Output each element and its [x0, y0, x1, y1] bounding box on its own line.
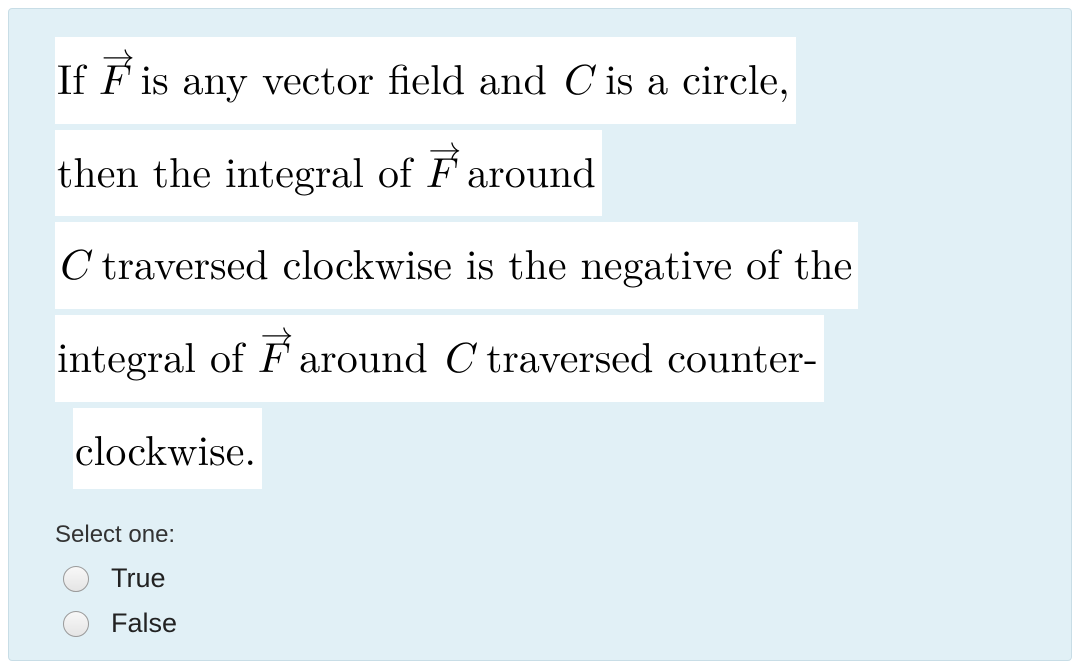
text-fragment: traversed clockwise is the negative of t… — [87, 233, 852, 292]
statement-line-4: integral of →F around C traversed counte… — [55, 315, 824, 402]
radio-false[interactable] — [63, 611, 89, 637]
vector-F: →F — [426, 137, 453, 215]
option-row-false[interactable]: False — [63, 608, 1071, 639]
radio-true[interactable] — [63, 566, 89, 592]
question-statement: If →F is any vector field and C is a cir… — [9, 37, 1071, 495]
select-one-prompt: Select one: — [55, 521, 1071, 549]
option-label-true[interactable]: True — [111, 563, 166, 594]
text-fragment: then the integral of — [57, 141, 426, 200]
text-fragment: integral of — [57, 326, 258, 385]
vector-F: →F — [258, 322, 285, 400]
option-label-false[interactable]: False — [111, 608, 177, 639]
option-row-true[interactable]: True — [63, 563, 1071, 594]
question-panel: If →F is any vector field and C is a cir… — [8, 8, 1072, 661]
vector-arrow-icon: → — [102, 27, 131, 88]
math-C: C — [442, 339, 472, 381]
text-fragment: traversed counter- — [472, 326, 818, 385]
statement-line-3: C traversed clockwise is the negative of… — [55, 222, 858, 309]
text-fragment: around — [453, 141, 596, 200]
text-fragment: is a circle, — [591, 48, 790, 107]
statement-line-2: then the integral of →F around — [55, 130, 602, 217]
math-C: C — [57, 246, 87, 288]
statement-line-1: If →F is any vector field and C is a cir… — [55, 37, 796, 124]
text-fragment: If — [57, 48, 99, 107]
text-fragment: is any vector field and — [126, 48, 560, 107]
text-fragment: clockwise. — [75, 419, 256, 478]
answer-block: Select one: True False — [9, 521, 1071, 639]
statement-line-5: clockwise. — [73, 408, 262, 490]
text-fragment: around — [285, 326, 442, 385]
vector-arrow-icon: → — [260, 305, 289, 366]
math-C: C — [561, 61, 591, 103]
vector-F: →F — [99, 44, 126, 122]
vector-arrow-icon: → — [428, 120, 457, 181]
